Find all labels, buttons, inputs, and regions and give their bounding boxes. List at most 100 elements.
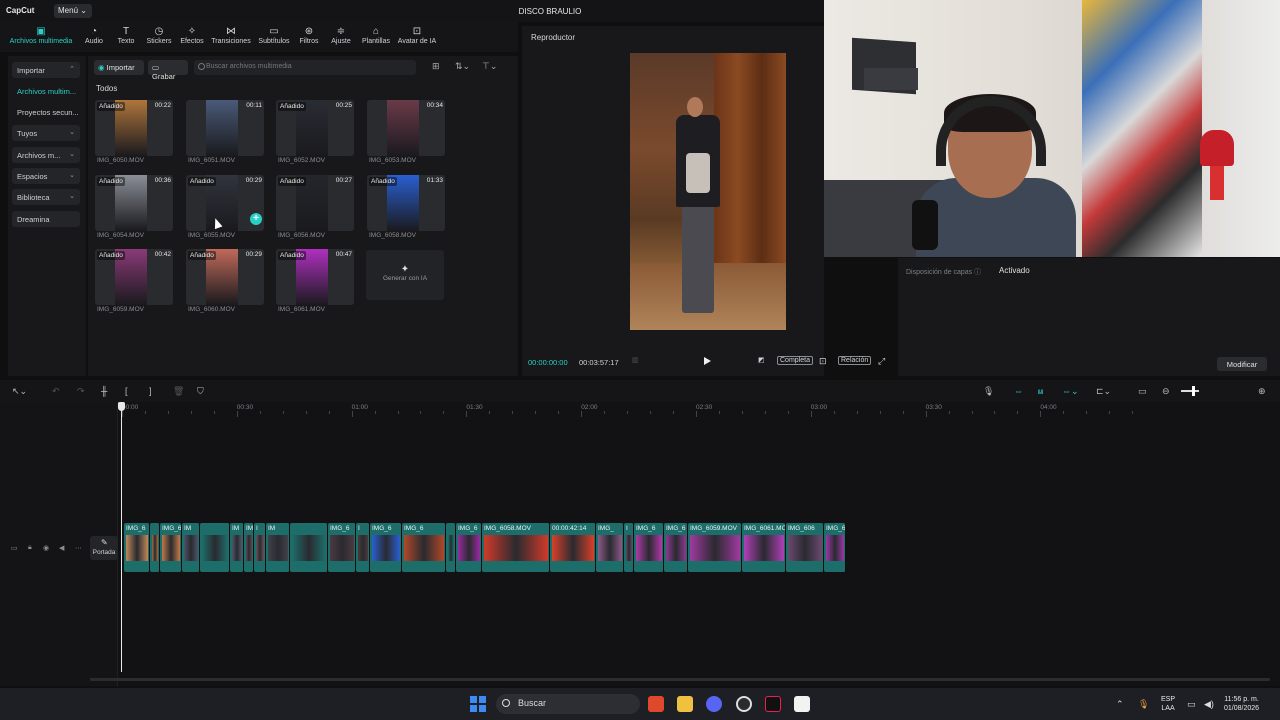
timeline-clip[interactable]: IMG_6 <box>456 523 482 572</box>
sidebar-item-files[interactable]: Archivos m... ⌄ <box>12 147 80 163</box>
discord-icon[interactable] <box>706 696 722 712</box>
preview-axis-icon[interactable]: ⊏⌄ <box>1096 386 1111 397</box>
split-icon[interactable]: ╫ <box>101 386 107 396</box>
tool-audio[interactable]: ◔ Audio <box>82 26 106 45</box>
track-thumbnail-icon[interactable]: ▭ <box>11 544 18 552</box>
media-thumbnail[interactable]: Añadido 00:25 <box>276 100 354 156</box>
trim-right-icon[interactable]: ] <box>149 386 152 396</box>
capcut-icon[interactable] <box>794 696 810 712</box>
sidebar-item-media[interactable]: Archivos multim... <box>12 83 80 99</box>
microphone-tray-icon[interactable]: 🎙︎ <box>1138 699 1149 710</box>
sidebar-item-spaces[interactable]: Espacios ⌄ <box>12 168 80 184</box>
sidebar-item-projects[interactable]: Proyectos secun... <box>12 104 80 120</box>
timeline-clip[interactable]: IM <box>230 523 244 572</box>
tool-transitions[interactable]: ⋈ Transiciones <box>210 26 252 45</box>
media-thumbnail[interactable]: Añadido 01:33 <box>367 175 445 231</box>
timeline-clip[interactable]: IMG_6 <box>634 523 664 572</box>
tool-effects[interactable]: ✧ Efectos <box>177 26 207 45</box>
menu-button[interactable]: Menú ⌄ <box>54 4 92 18</box>
media-thumbnail[interactable]: Añadido 00:42 <box>95 249 173 305</box>
grid-view-icon[interactable]: ⊞ <box>432 61 440 72</box>
snapshot-icon[interactable]: ◩ <box>758 356 765 364</box>
taskbar-search[interactable]: Buscar <box>496 694 640 714</box>
trim-left-icon[interactable]: [ <box>125 386 128 396</box>
timeline-clip[interactable]: I <box>254 523 266 572</box>
zoom-in-icon[interactable]: ⊕ <box>1258 386 1266 397</box>
tool-templates[interactable]: ⌂ Plantillas <box>360 26 392 45</box>
obs-icon[interactable] <box>736 696 752 712</box>
magnet-icon[interactable]: ⩏ <box>1038 386 1043 397</box>
timeline-clip[interactable]: IMG_6 <box>124 523 150 572</box>
captions-icon[interactable]: ▭ <box>1138 386 1147 397</box>
clock[interactable]: 11:56 p. m. 01/08/2026 <box>1224 695 1259 713</box>
media-thumbnail[interactable]: Añadido 00:29 <box>186 249 264 305</box>
timeline-clip[interactable]: IMG_606 <box>786 523 824 572</box>
redo-icon[interactable]: ↷ <box>77 386 85 397</box>
more-icon[interactable]: ⋯ <box>75 544 82 552</box>
playhead[interactable] <box>121 404 122 672</box>
timeline-clip[interactable]: I <box>356 523 370 572</box>
undo-icon[interactable]: ↶ <box>52 386 60 397</box>
sidebar-item-import[interactable]: Importar ⌃ <box>12 62 80 78</box>
timeline-clip[interactable]: IM <box>244 523 254 572</box>
tool-stickers[interactable]: ◷ Stickers <box>144 26 174 45</box>
media-thumbnail[interactable]: Añadido 00:22 <box>95 100 173 156</box>
chevron-up-icon[interactable]: ⌃ <box>1116 699 1124 710</box>
tool-filters[interactable]: ⊛ Filtros <box>296 26 322 45</box>
tiktok-icon[interactable] <box>765 696 781 712</box>
timeline-clip[interactable]: IMG_6 <box>370 523 402 572</box>
media-thumbnail[interactable]: 00:11 <box>186 100 264 156</box>
shield-icon[interactable]: ⛉ <box>197 386 204 397</box>
timeline-clip[interactable]: IMG_ <box>596 523 624 572</box>
full-quality-button[interactable]: Completa <box>777 356 813 365</box>
eye-icon[interactable]: ◉ <box>43 544 49 552</box>
fullscreen-icon[interactable]: ⤢ <box>878 356 885 367</box>
timeline-clip[interactable]: IMG_6 <box>664 523 688 572</box>
timeline-clip[interactable]: IMG_6059.MOV <box>688 523 742 572</box>
filter-icon[interactable]: ⊤⌄ <box>482 61 497 72</box>
playhead-handle[interactable] <box>118 402 125 411</box>
speaker-icon[interactable]: ◀︎) <box>1204 699 1214 710</box>
tool-adjust[interactable]: ≑ Ajuste <box>328 26 354 45</box>
ratio-button[interactable]: Relación <box>838 356 872 365</box>
network-icon[interactable]: ▭ <box>1187 699 1196 710</box>
volume-icon[interactable]: ◀︎ <box>59 544 64 552</box>
media-thumbnail[interactable]: 00:34 <box>367 100 445 156</box>
generate-ai-button[interactable]: ✦ Generar con IA <box>366 250 444 300</box>
timeline-clip[interactable]: IMG_6061.MOV <box>824 523 846 572</box>
link-clips-icon[interactable]: ⇔⌄ <box>1062 386 1079 397</box>
language-indicator[interactable]: ESP LAA <box>1161 695 1175 713</box>
timeline-clip[interactable] <box>150 523 160 572</box>
timeline-clip[interactable]: IM <box>182 523 200 572</box>
tool-text[interactable]: T Texto <box>114 26 138 45</box>
media-thumbnail[interactable]: Añadido 00:36 <box>95 175 173 231</box>
timeline-clip[interactable]: IMG_6 <box>402 523 446 572</box>
link-main-track-icon[interactable]: ⇔ <box>1014 386 1023 396</box>
timeline-clip[interactable]: IMG_6 <box>328 523 356 572</box>
import-button[interactable]: ◉ Importar <box>94 60 144 75</box>
sidebar-item-yours[interactable]: Tuyos ⌄ <box>12 125 80 141</box>
file-explorer-icon[interactable] <box>677 696 693 712</box>
play-icon[interactable] <box>704 357 711 365</box>
timeline-scrollbar[interactable] <box>90 678 1270 681</box>
sort-icon[interactable]: ⇅⌄ <box>455 61 470 72</box>
brave-browser-icon[interactable] <box>648 696 664 712</box>
timeline-clip[interactable]: IMG_6061.MOV <box>742 523 786 572</box>
add-to-timeline-icon[interactable]: + <box>250 213 262 225</box>
video-preview[interactable] <box>630 53 786 330</box>
sidebar-item-dreamina[interactable]: Dreamina <box>12 211 80 227</box>
media-search-input[interactable]: Buscar archivos multimedia <box>194 60 416 75</box>
media-thumbnail[interactable]: Añadido 00:47 <box>276 249 354 305</box>
zoom-slider[interactable] <box>1181 390 1199 392</box>
zoom-out-icon[interactable]: ⊖ <box>1162 386 1170 397</box>
timeline-clip[interactable]: I <box>624 523 634 572</box>
zoom-slider-knob[interactable] <box>1192 386 1195 396</box>
timeline-clip[interactable] <box>446 523 456 572</box>
timeline-clip[interactable]: IM <box>266 523 290 572</box>
tool-media[interactable]: ▣ Archivos multimedia <box>6 26 76 45</box>
timeline-clip[interactable]: IMG_6 <box>160 523 182 572</box>
delete-icon[interactable]: 🗑︎ <box>173 386 184 397</box>
timeline-clip[interactable]: 00:00:42:14 <box>550 523 596 572</box>
windows-start-icon[interactable] <box>470 696 486 712</box>
layer-arrangement-value[interactable]: Activado <box>999 266 1030 275</box>
